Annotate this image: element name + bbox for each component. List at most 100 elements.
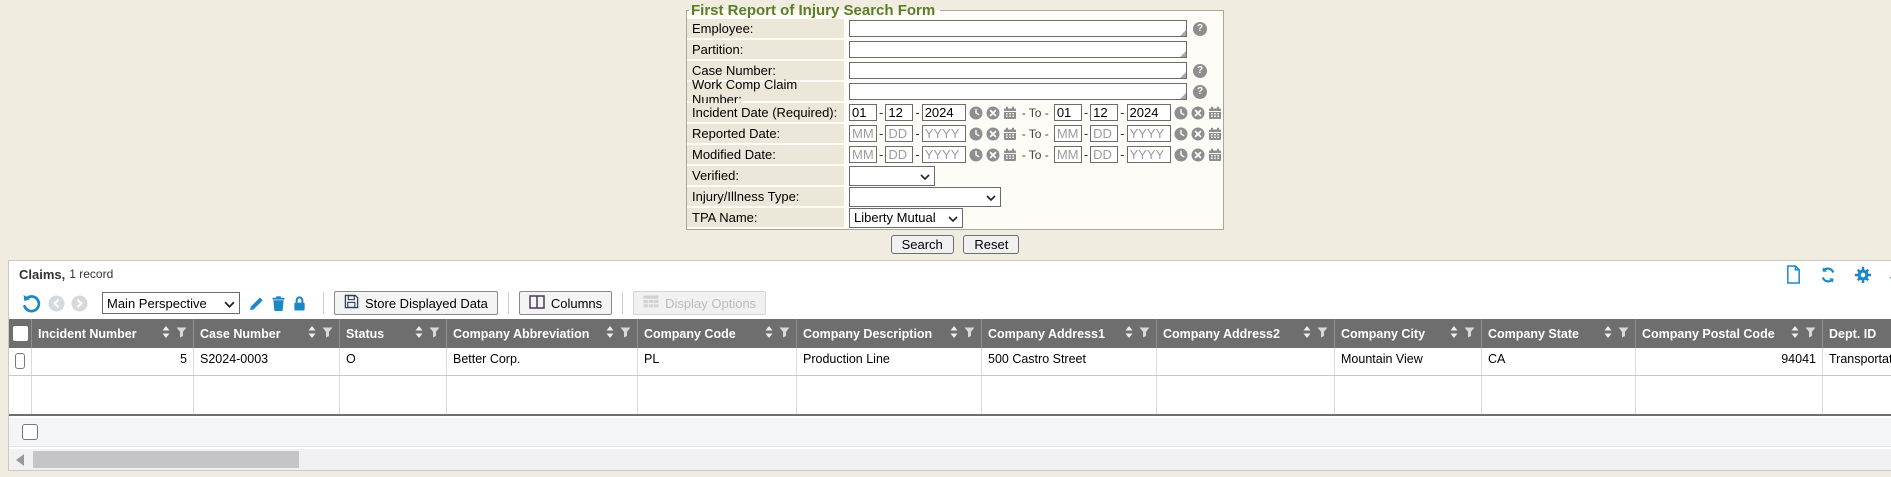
column-header-status[interactable]: Status bbox=[339, 319, 446, 348]
gear-icon[interactable] bbox=[1854, 266, 1872, 284]
sort-icon[interactable] bbox=[1604, 326, 1612, 341]
clock-icon[interactable] bbox=[969, 127, 983, 141]
help-icon[interactable]: ? bbox=[1193, 22, 1207, 36]
delete-trash-icon[interactable] bbox=[271, 295, 286, 312]
calendar-icon[interactable] bbox=[1208, 106, 1222, 120]
filter-funnel-icon[interactable] bbox=[964, 327, 975, 341]
filter-funnel-icon[interactable] bbox=[1618, 327, 1629, 341]
verified-select[interactable] bbox=[849, 166, 935, 186]
filler-cell bbox=[193, 376, 339, 414]
help-icon[interactable]: ? bbox=[1193, 64, 1207, 78]
employee-input[interactable] bbox=[849, 20, 1187, 37]
column-header-company-postal-code[interactable]: Company Postal Code bbox=[1635, 319, 1822, 348]
incident-to-mm[interactable] bbox=[1054, 104, 1082, 121]
column-header-company-city[interactable]: Company City bbox=[1334, 319, 1481, 348]
clock-icon[interactable] bbox=[969, 148, 983, 162]
table-row[interactable]: 5 S2024-0003 O Better Corp. PL Productio… bbox=[9, 348, 1891, 376]
column-header-incident-number[interactable]: Incident Number bbox=[31, 319, 193, 348]
column-header-company-state[interactable]: Company State bbox=[1481, 319, 1635, 348]
sort-icon[interactable] bbox=[1303, 326, 1311, 341]
case-number-input[interactable] bbox=[849, 62, 1187, 79]
calendar-icon[interactable] bbox=[1003, 127, 1017, 141]
reported-to-mm[interactable] bbox=[1054, 125, 1082, 142]
reported-to-dd[interactable] bbox=[1090, 125, 1118, 142]
filter-funnel-icon[interactable] bbox=[322, 327, 333, 341]
sort-icon[interactable] bbox=[415, 326, 423, 341]
modified-from-mm[interactable] bbox=[849, 146, 877, 163]
filter-funnel-icon[interactable] bbox=[176, 327, 187, 341]
modified-to-mm[interactable] bbox=[1054, 146, 1082, 163]
sort-icon[interactable] bbox=[606, 326, 614, 341]
scrollbar-thumb[interactable] bbox=[33, 451, 299, 468]
modified-from-dd[interactable] bbox=[885, 146, 913, 163]
injury-type-select[interactable] bbox=[849, 187, 1001, 207]
reported-from-yyyy[interactable] bbox=[922, 125, 966, 142]
sort-icon[interactable] bbox=[950, 326, 958, 341]
column-header-company-address1[interactable]: Company Address1 bbox=[981, 319, 1156, 348]
reported-to-yyyy[interactable] bbox=[1127, 125, 1171, 142]
perspective-select[interactable]: Main Perspective bbox=[102, 292, 240, 314]
columns-button[interactable]: Columns bbox=[519, 291, 612, 315]
edit-pencil-icon[interactable] bbox=[248, 295, 265, 312]
refresh-icon[interactable] bbox=[1819, 266, 1837, 284]
incident-to-yyyy[interactable] bbox=[1127, 104, 1171, 121]
new-document-icon[interactable] bbox=[1785, 265, 1802, 284]
column-header-company-code[interactable]: Company Code bbox=[637, 319, 796, 348]
reset-button[interactable]: Reset bbox=[963, 235, 1019, 254]
filter-funnel-icon[interactable] bbox=[779, 327, 790, 341]
incident-from-dd[interactable] bbox=[885, 104, 913, 121]
reported-from-dd[interactable] bbox=[885, 125, 913, 142]
clear-icon[interactable] bbox=[1191, 148, 1205, 162]
modified-to-yyyy[interactable] bbox=[1127, 146, 1171, 163]
calendar-icon[interactable] bbox=[1208, 127, 1222, 141]
footer-checkbox[interactable] bbox=[22, 424, 38, 440]
filter-funnel-icon[interactable] bbox=[1139, 327, 1150, 341]
reported-from-mm[interactable] bbox=[849, 125, 877, 142]
help-icon[interactable]: ? bbox=[1193, 85, 1207, 99]
clear-icon[interactable] bbox=[1191, 127, 1205, 141]
calendar-icon[interactable] bbox=[1208, 148, 1222, 162]
clear-icon[interactable] bbox=[986, 148, 1000, 162]
incident-from-yyyy[interactable] bbox=[922, 104, 966, 121]
calendar-icon[interactable] bbox=[1003, 106, 1017, 120]
sort-icon[interactable] bbox=[308, 326, 316, 341]
modified-to-dd[interactable] bbox=[1090, 146, 1118, 163]
clear-icon[interactable] bbox=[986, 127, 1000, 141]
modified-from-yyyy[interactable] bbox=[922, 146, 966, 163]
incident-from-mm[interactable] bbox=[849, 104, 877, 121]
sort-icon[interactable] bbox=[765, 326, 773, 341]
filter-funnel-icon[interactable] bbox=[429, 327, 440, 341]
column-header-case-number[interactable]: Case Number bbox=[193, 319, 339, 348]
horizontal-scrollbar[interactable] bbox=[9, 449, 1891, 470]
column-header-company-description[interactable]: Company Description bbox=[796, 319, 981, 348]
lock-icon[interactable] bbox=[292, 295, 307, 312]
partition-input[interactable] bbox=[849, 41, 1187, 58]
undo-icon[interactable] bbox=[21, 293, 42, 314]
tpa-select[interactable]: Liberty Mutual bbox=[849, 208, 963, 228]
column-header-company-abbreviation[interactable]: Company Abbreviation bbox=[446, 319, 637, 348]
clock-icon[interactable] bbox=[1174, 106, 1188, 120]
sort-icon[interactable] bbox=[1125, 326, 1133, 341]
filter-funnel-icon[interactable] bbox=[1464, 327, 1475, 341]
clock-icon[interactable] bbox=[1174, 127, 1188, 141]
row-checkbox[interactable] bbox=[15, 353, 25, 369]
clock-icon[interactable] bbox=[1174, 148, 1188, 162]
clock-icon[interactable] bbox=[969, 106, 983, 120]
incident-to-dd[interactable] bbox=[1090, 104, 1118, 121]
work-comp-input[interactable] bbox=[849, 83, 1187, 100]
column-header-dept-id[interactable]: Dept. ID bbox=[1822, 319, 1891, 348]
select-all-checkbox[interactable] bbox=[13, 326, 28, 341]
filter-funnel-icon[interactable] bbox=[1805, 327, 1816, 341]
sort-icon[interactable] bbox=[1791, 326, 1799, 341]
store-displayed-data-button[interactable]: Store Displayed Data bbox=[334, 291, 498, 315]
filter-funnel-icon[interactable] bbox=[1317, 327, 1328, 341]
sort-icon[interactable] bbox=[162, 326, 170, 341]
scroll-left-arrow-icon[interactable] bbox=[16, 454, 24, 466]
clear-icon[interactable] bbox=[1191, 106, 1205, 120]
sort-icon[interactable] bbox=[1450, 326, 1458, 341]
column-header-company-address2[interactable]: Company Address2 bbox=[1156, 319, 1334, 348]
clear-icon[interactable] bbox=[986, 106, 1000, 120]
search-button[interactable]: Search bbox=[891, 235, 954, 254]
filter-funnel-icon[interactable] bbox=[620, 327, 631, 341]
calendar-icon[interactable] bbox=[1003, 148, 1017, 162]
